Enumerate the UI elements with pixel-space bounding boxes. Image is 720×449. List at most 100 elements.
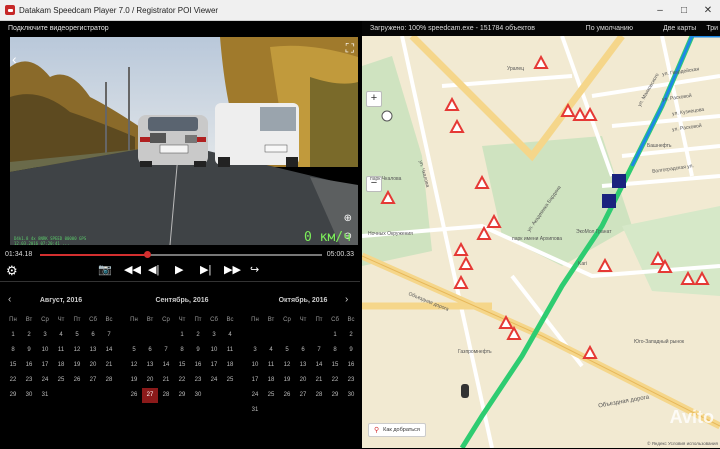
calendar-day[interactable]: 8 xyxy=(5,343,21,358)
calendar-day[interactable]: 15 xyxy=(327,358,343,373)
calendar-day[interactable]: 13 xyxy=(142,358,158,373)
back-arrow-icon[interactable]: ‹ xyxy=(12,51,17,67)
seek-handle[interactable] xyxy=(144,251,152,258)
calendar-day[interactable]: 7 xyxy=(101,328,117,343)
calendar-day[interactable]: 16 xyxy=(343,358,359,373)
calendar-day[interactable]: 1 xyxy=(174,328,190,343)
calendar-day[interactable]: 11 xyxy=(222,343,238,358)
calendar-day[interactable]: 2 xyxy=(190,328,206,343)
frame-forward-icon[interactable]: ▶| xyxy=(200,263,211,276)
calendar-day[interactable]: 29 xyxy=(5,388,21,403)
calendar-day[interactable]: 18 xyxy=(222,358,238,373)
calendar-day[interactable]: 22 xyxy=(174,373,190,388)
calendar-day[interactable]: 29 xyxy=(174,388,190,403)
camera-snapshot-icon[interactable]: 📷 xyxy=(98,263,112,276)
calendar-day[interactable]: 10 xyxy=(206,343,222,358)
calendar-day[interactable]: 22 xyxy=(5,373,21,388)
calendar-day[interactable]: 31 xyxy=(247,403,263,418)
calendar-day[interactable]: 12 xyxy=(69,343,85,358)
calendar-day[interactable]: 27 xyxy=(295,388,311,403)
video-frame[interactable]: ‹ ⛶ ⊕ ⊖ xyxy=(10,37,358,245)
calendar-day[interactable]: 26 xyxy=(279,388,295,403)
calendar-day[interactable]: 19 xyxy=(126,373,142,388)
calendar-day[interactable]: 9 xyxy=(21,343,37,358)
calendar-day[interactable]: 7 xyxy=(158,343,174,358)
calendar-day[interactable]: 25 xyxy=(222,373,238,388)
calendar-day[interactable]: 30 xyxy=(190,388,206,403)
calendar-day[interactable]: 3 xyxy=(37,328,53,343)
calendar-day[interactable]: 14 xyxy=(311,358,327,373)
calendar-day[interactable]: 20 xyxy=(85,358,101,373)
calendar-day[interactable]: 21 xyxy=(158,373,174,388)
calendar-day[interactable]: 11 xyxy=(263,358,279,373)
calendar-day[interactable]: 30 xyxy=(343,388,359,403)
map-zoom-in-button[interactable]: + xyxy=(366,91,382,107)
fast-forward-icon[interactable]: ▶▶ xyxy=(224,263,241,276)
calendar-day[interactable]: 24 xyxy=(247,388,263,403)
calendar-day[interactable]: 28 xyxy=(311,388,327,403)
calendar-day[interactable]: 4 xyxy=(53,328,69,343)
play-icon[interactable]: ▶ xyxy=(175,263,183,276)
rewind-icon[interactable]: ◀◀ xyxy=(124,263,141,276)
calendar-day[interactable]: 24 xyxy=(206,373,222,388)
calendar-day[interactable]: 4 xyxy=(263,343,279,358)
calendar-day[interactable]: 23 xyxy=(21,373,37,388)
calendar-day[interactable]: 6 xyxy=(295,343,311,358)
calendar-day[interactable]: 22 xyxy=(327,373,343,388)
calendar-day[interactable]: 1 xyxy=(5,328,21,343)
default-option[interactable]: По умолчанию xyxy=(586,25,633,32)
calendar-day[interactable]: 11 xyxy=(53,343,69,358)
seek-bar[interactable] xyxy=(40,251,322,258)
frame-back-icon[interactable]: ◀| xyxy=(148,263,159,276)
calendar-day[interactable]: 6 xyxy=(142,343,158,358)
calendar-day[interactable]: 7 xyxy=(311,343,327,358)
calendar-day[interactable]: 28 xyxy=(101,373,117,388)
calendar-day[interactable]: 3 xyxy=(206,328,222,343)
calendar-day[interactable]: 9 xyxy=(190,343,206,358)
calendar-day[interactable]: 30 xyxy=(21,388,37,403)
calendar-day[interactable]: 13 xyxy=(295,358,311,373)
calendar-day[interactable]: 6 xyxy=(85,328,101,343)
zoom-in-icon[interactable]: ⊕ xyxy=(344,213,352,224)
close-icon[interactable]: ✕ xyxy=(696,5,720,16)
calendar-day[interactable]: 17 xyxy=(247,373,263,388)
calendar-day[interactable]: 16 xyxy=(190,358,206,373)
calendar-day[interactable]: 5 xyxy=(126,343,142,358)
calendar-day[interactable]: 21 xyxy=(311,373,327,388)
share-icon[interactable]: ↪ xyxy=(250,263,259,276)
calendar-day[interactable]: 5 xyxy=(279,343,295,358)
calendar-day[interactable]: 20 xyxy=(142,373,158,388)
calendar-day[interactable]: 17 xyxy=(37,358,53,373)
calendar-day[interactable]: 18 xyxy=(263,373,279,388)
calendar-day[interactable]: 8 xyxy=(327,343,343,358)
calendar-day[interactable]: 12 xyxy=(279,358,295,373)
fullscreen-icon[interactable]: ⛶ xyxy=(346,41,354,56)
calendar-day[interactable]: 3 xyxy=(247,343,263,358)
route-button[interactable]: ⚲ Как добраться xyxy=(368,423,426,437)
calendar-day[interactable]: 13 xyxy=(85,343,101,358)
calendar-day[interactable]: 21 xyxy=(101,358,117,373)
calendar-day[interactable]: 19 xyxy=(69,358,85,373)
calendar-day[interactable]: 14 xyxy=(101,343,117,358)
calendar-day[interactable]: 1 xyxy=(327,328,343,343)
calendar-day[interactable]: 2 xyxy=(21,328,37,343)
calendar-day[interactable]: 25 xyxy=(263,388,279,403)
calendar-day[interactable]: 5 xyxy=(69,328,85,343)
calendar-day[interactable]: 29 xyxy=(327,388,343,403)
calendar-day[interactable]: 14 xyxy=(158,358,174,373)
calendar-day[interactable]: 15 xyxy=(5,358,21,373)
calendar-day[interactable]: 28 xyxy=(158,388,174,403)
calendar-day[interactable]: 20 xyxy=(295,373,311,388)
calendar-day[interactable]: 15 xyxy=(174,358,190,373)
calendar-day[interactable]: 27 xyxy=(85,373,101,388)
calendar-day[interactable]: 19 xyxy=(279,373,295,388)
maximize-icon[interactable]: □ xyxy=(672,5,696,16)
settings-gear-icon[interactable]: ⚙ xyxy=(6,263,18,279)
calendar-day[interactable]: 24 xyxy=(37,373,53,388)
calendar-day[interactable]: 8 xyxy=(174,343,190,358)
minimize-icon[interactable]: – xyxy=(648,5,672,16)
calendar-day[interactable]: 23 xyxy=(343,373,359,388)
calendar-day[interactable]: 18 xyxy=(53,358,69,373)
calendar-day[interactable]: 23 xyxy=(190,373,206,388)
two-maps-option[interactable]: Две карты xyxy=(663,25,696,32)
